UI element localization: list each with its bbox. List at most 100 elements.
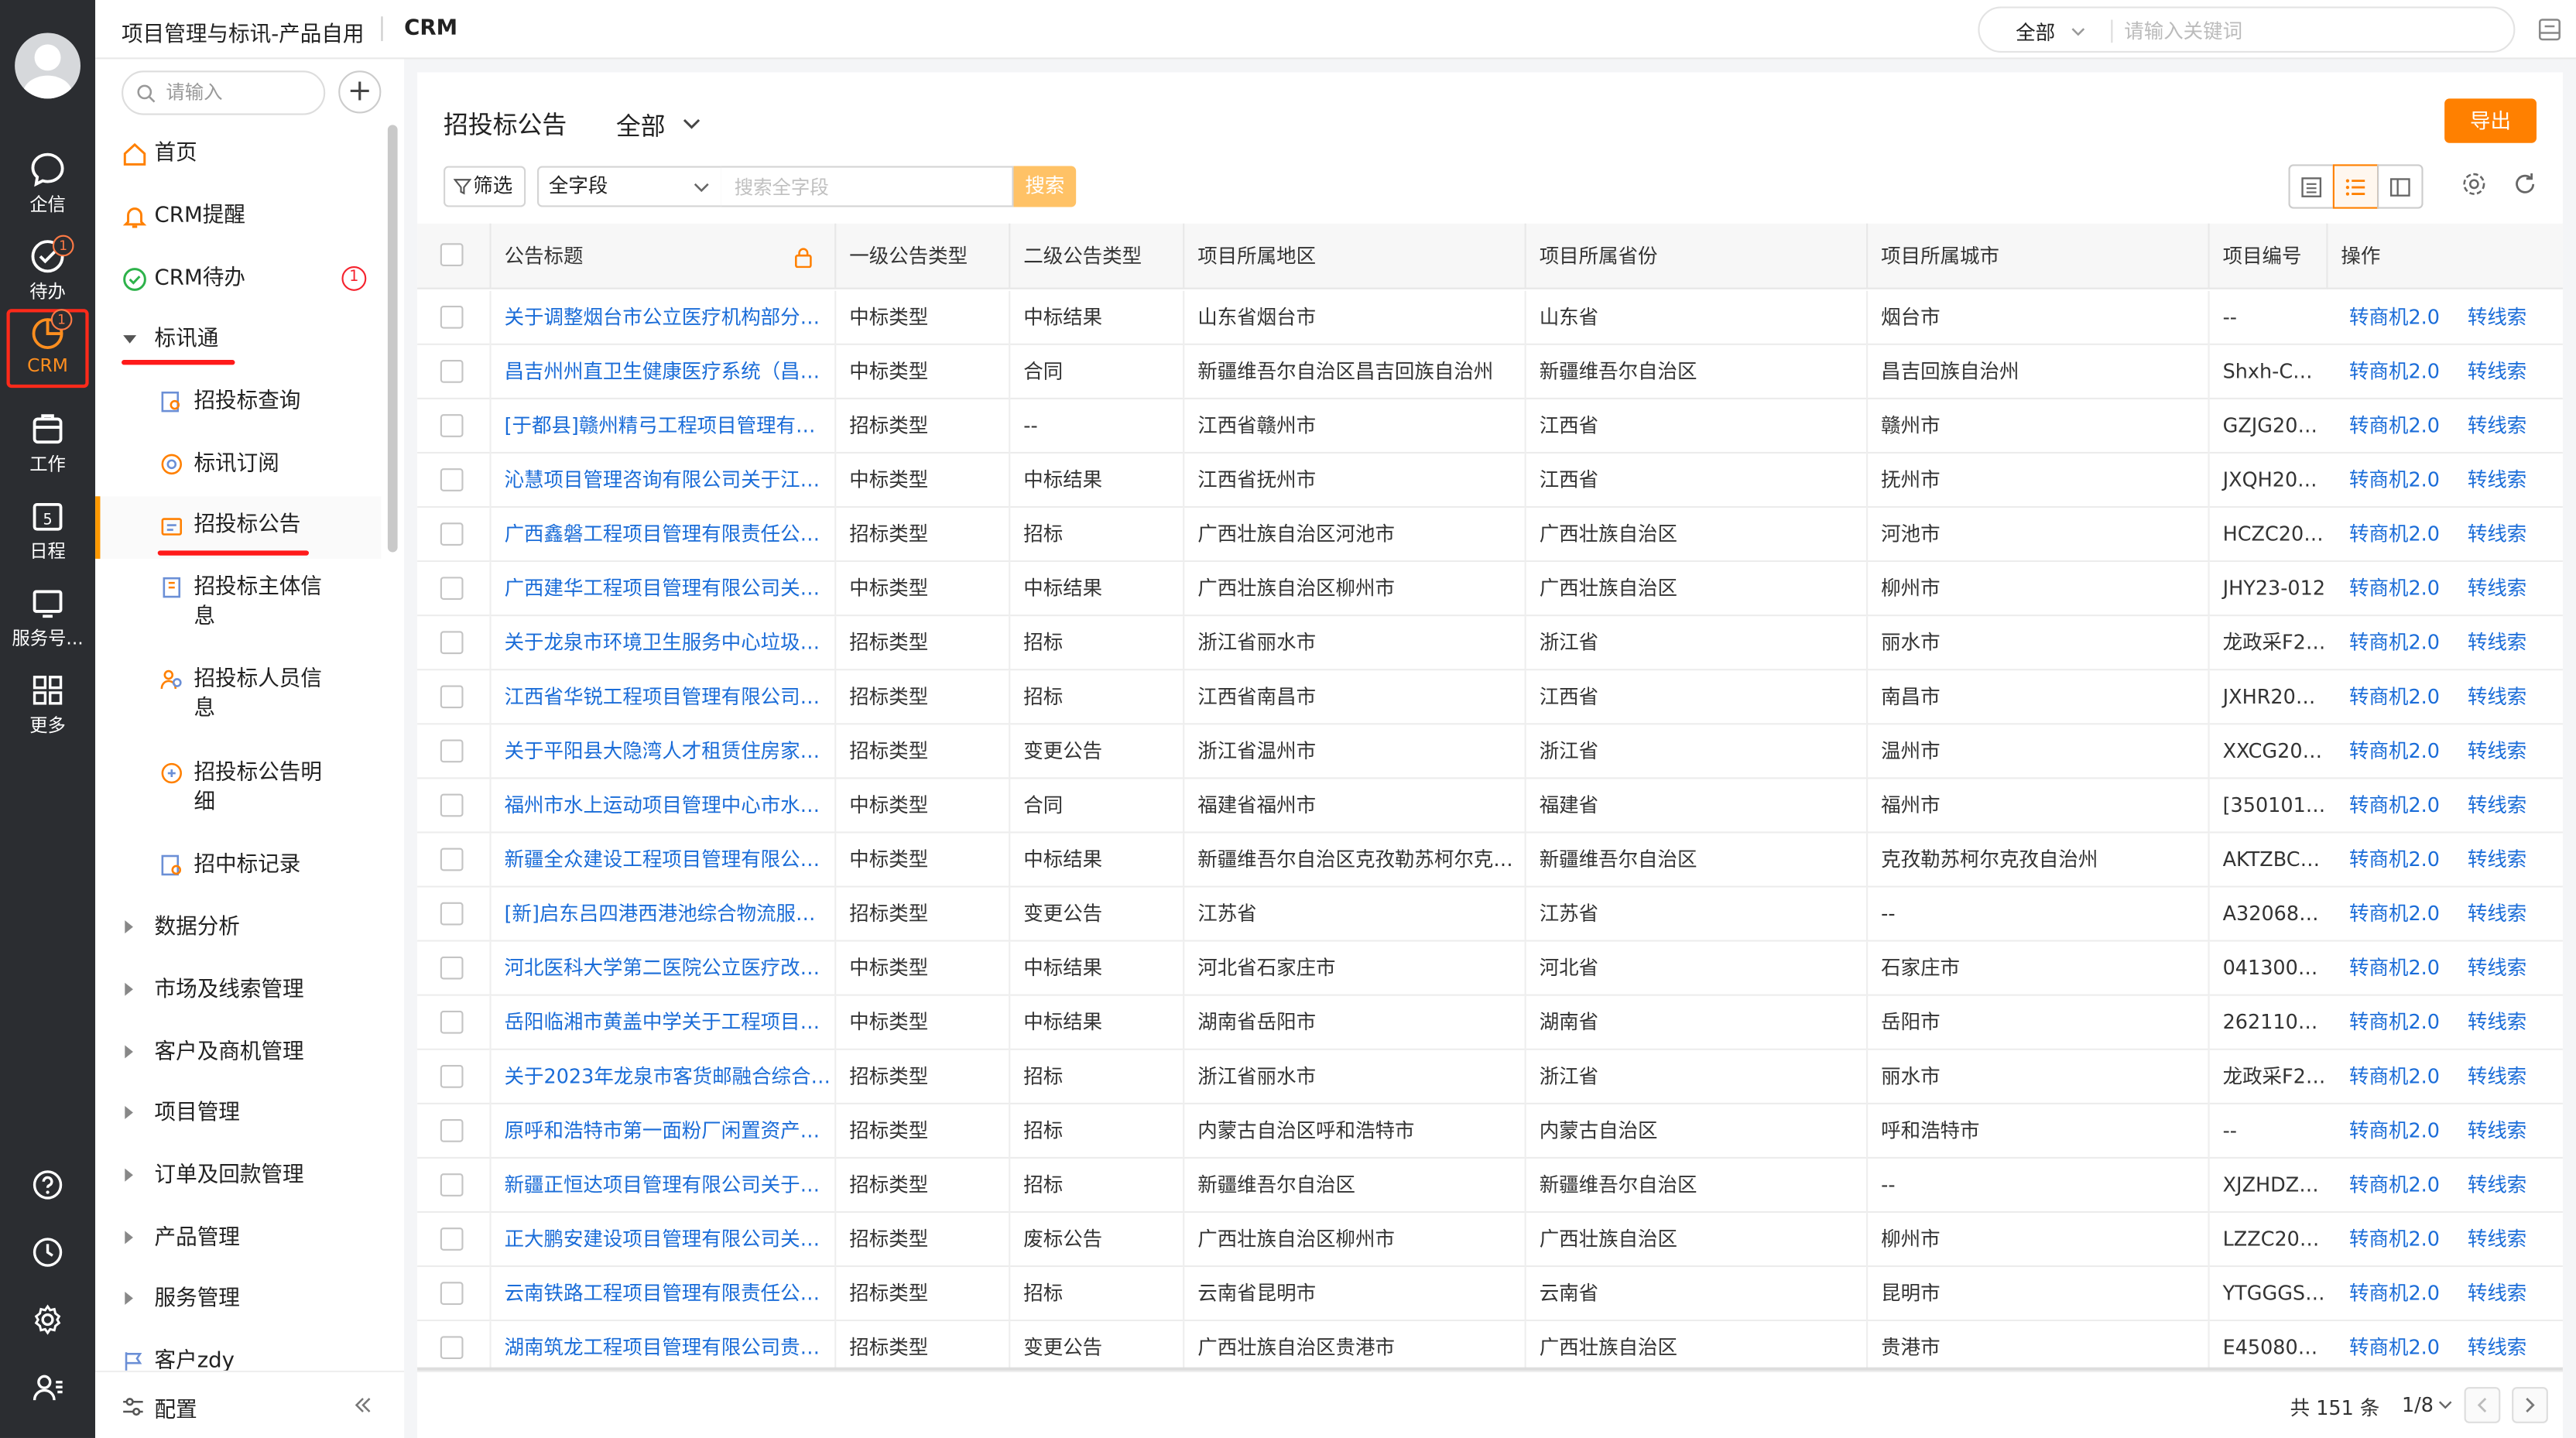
convert-lead-link[interactable]: 转线索 <box>2454 724 2553 779</box>
convert-opportunity-link[interactable]: 转商机2.0 <box>2336 399 2454 454</box>
select-all-checkbox[interactable] <box>440 243 464 266</box>
row-checkbox[interactable] <box>440 414 464 437</box>
convert-opportunity-link[interactable]: 转商机2.0 <box>2336 942 2454 996</box>
rail-work[interactable]: 工作 <box>0 401 95 486</box>
sidebar-group-project[interactable]: 项目管理 <box>95 1100 381 1132</box>
row-checkbox[interactable] <box>440 305 464 329</box>
contacts-button[interactable] <box>0 1356 95 1422</box>
refresh-icon[interactable] <box>2512 171 2538 197</box>
sidebar-item-award-records[interactable]: 招中标记录 <box>95 851 381 884</box>
convert-opportunity-link[interactable]: 转商机2.0 <box>2336 1050 2454 1104</box>
view-split-button[interactable] <box>2377 164 2424 209</box>
sidebar-config[interactable]: 配置 <box>95 1370 405 1438</box>
convert-opportunity-link[interactable]: 转商机2.0 <box>2336 888 2454 942</box>
sidebar-item-customer-zdy[interactable]: 客户zdy <box>95 1347 381 1371</box>
convert-lead-link[interactable]: 转线索 <box>2454 291 2553 345</box>
column-header[interactable]: 一级公告类型 <box>834 223 1009 289</box>
row-checkbox[interactable] <box>440 1119 464 1142</box>
field-select[interactable]: 全字段 <box>537 166 723 207</box>
convert-lead-link[interactable]: 转线索 <box>2454 454 2553 508</box>
column-header[interactable]: 项目所属地区 <box>1183 223 1524 289</box>
announcement-title-link[interactable]: 关于2023年龙泉市客货邮融合综合… <box>489 1049 834 1104</box>
row-checkbox[interactable] <box>440 902 464 926</box>
convert-lead-link[interactable]: 转线索 <box>2454 888 2553 942</box>
sidebar-item-bid-query[interactable]: 招投标查询 <box>95 388 381 420</box>
announcement-title-link[interactable]: 沁慧项目管理咨询有限公司关于江… <box>489 454 834 508</box>
convert-lead-link[interactable]: 转线索 <box>2454 616 2553 670</box>
convert-lead-link[interactable]: 转线索 <box>2454 345 2553 399</box>
announcement-title-link[interactable]: 福州市水上运动项目管理中心市水… <box>489 779 834 834</box>
sidebar-group-market[interactable]: 市场及线索管理 <box>95 976 381 1008</box>
row-checkbox[interactable] <box>440 1282 464 1305</box>
convert-lead-link[interactable]: 转线索 <box>2454 1213 2553 1267</box>
convert-lead-link[interactable]: 转线索 <box>2454 942 2553 996</box>
row-checkbox[interactable] <box>440 1064 464 1088</box>
filter-button[interactable]: 筛选 <box>444 166 526 207</box>
convert-lead-link[interactable]: 转线索 <box>2454 1267 2553 1321</box>
row-checkbox[interactable] <box>440 956 464 980</box>
sidebar-item-subscription[interactable]: 标讯订阅 <box>95 450 381 483</box>
convert-opportunity-link[interactable]: 转商机2.0 <box>2336 345 2454 399</box>
convert-opportunity-link[interactable]: 转商机2.0 <box>2336 454 2454 508</box>
rail-service[interactable]: 服务号... <box>0 575 95 660</box>
announcement-title-link[interactable]: 广西建华工程项目管理有限公司关… <box>489 562 834 617</box>
prev-page-button[interactable] <box>2464 1387 2501 1423</box>
rail-calendar[interactable]: 5 日程 <box>0 488 95 573</box>
settings-button[interactable] <box>0 1289 95 1354</box>
sidebar-item-bid-entity[interactable]: 招投标主体信息 <box>95 573 381 636</box>
sidebar-item-crm-reminder[interactable]: CRM提醒 <box>95 202 381 235</box>
convert-lead-link[interactable]: 转线索 <box>2454 508 2553 562</box>
convert-lead-link[interactable]: 转线索 <box>2454 562 2553 616</box>
announcement-title-link[interactable]: 广西鑫磐工程项目管理有限责任公… <box>489 508 834 563</box>
sidebar-group-products[interactable]: 产品管理 <box>95 1224 381 1257</box>
rail-chat[interactable]: 企信 <box>0 142 95 227</box>
view-list-button[interactable] <box>2332 164 2379 209</box>
column-header[interactable]: 项目所属城市 <box>1866 223 2208 289</box>
convert-opportunity-link[interactable]: 转商机2.0 <box>2336 1267 2454 1321</box>
announcement-title-link[interactable]: 关于龙泉市环境卫生服务中心垃圾… <box>489 616 834 671</box>
export-button[interactable]: 导出 <box>2444 98 2537 143</box>
rail-todo[interactable]: 待办 1 <box>0 228 95 313</box>
column-header[interactable]: 公告标题 <box>489 223 834 289</box>
convert-opportunity-link[interactable]: 转商机2.0 <box>2336 616 2454 670</box>
row-checkbox[interactable] <box>440 1010 464 1034</box>
convert-lead-link[interactable]: 转线索 <box>2454 670 2553 724</box>
row-checkbox[interactable] <box>440 468 464 491</box>
rail-crm[interactable]: CRM 1 <box>6 309 89 389</box>
sidebar-scrollbar[interactable] <box>387 125 398 553</box>
sidebar-item-bid-people[interactable]: 招投标人员信息 <box>95 666 381 728</box>
row-checkbox[interactable] <box>440 577 464 601</box>
announcement-title-link[interactable]: [新]启东吕四港西港池综合物流服务… <box>489 887 834 942</box>
announcement-title-link[interactable]: 昌吉州州直卫生健康医疗系统（昌… <box>489 344 834 399</box>
convert-opportunity-link[interactable]: 转商机2.0 <box>2336 779 2454 833</box>
sidebar-item-crm-todo[interactable]: CRM待办 1 <box>95 265 381 297</box>
page-select[interactable]: 1/8 <box>2402 1394 2434 1417</box>
sidebar-group-customer[interactable]: 客户及商机管理 <box>95 1039 381 1071</box>
convert-opportunity-link[interactable]: 转商机2.0 <box>2336 1104 2454 1159</box>
row-checkbox[interactable] <box>440 685 464 709</box>
row-checkbox[interactable] <box>440 360 464 383</box>
settings-cog-icon[interactable] <box>2461 171 2487 197</box>
row-checkbox[interactable] <box>440 1227 464 1251</box>
convert-opportunity-link[interactable]: 转商机2.0 <box>2336 670 2454 724</box>
page-scrollbar[interactable] <box>2562 72 2576 1438</box>
announcement-title-link[interactable]: 新疆全众建设工程项目管理有限公… <box>489 833 834 888</box>
row-checkbox[interactable] <box>440 1336 464 1360</box>
help-button[interactable] <box>0 1154 95 1220</box>
scope-select[interactable]: 全部 <box>616 108 666 143</box>
next-page-button[interactable] <box>2512 1387 2548 1423</box>
announcement-title-link[interactable]: 关于调整烟台市公立医疗机构部分… <box>489 290 834 345</box>
sidebar-item-home[interactable]: 首页 <box>95 139 381 172</box>
view-card-button[interactable] <box>2288 164 2334 209</box>
announcement-title-link[interactable]: 岳阳临湘市黄盖中学关于工程项目… <box>489 995 834 1050</box>
convert-opportunity-link[interactable]: 转商机2.0 <box>2336 508 2454 562</box>
rail-more[interactable]: 更多 <box>0 663 95 748</box>
convert-lead-link[interactable]: 转线索 <box>2454 996 2553 1050</box>
sidebar-group-data-analysis[interactable]: 数据分析 <box>95 914 381 947</box>
sidebar-item-bid-announcement[interactable]: 招投标公告 <box>95 496 382 559</box>
column-header[interactable]: 二级公告类型 <box>1009 223 1183 289</box>
convert-opportunity-link[interactable]: 转商机2.0 <box>2336 562 2454 616</box>
convert-lead-link[interactable]: 转线索 <box>2454 1050 2553 1104</box>
column-header[interactable]: 项目所属省份 <box>1524 223 1866 289</box>
convert-opportunity-link[interactable]: 转商机2.0 <box>2336 1159 2454 1213</box>
